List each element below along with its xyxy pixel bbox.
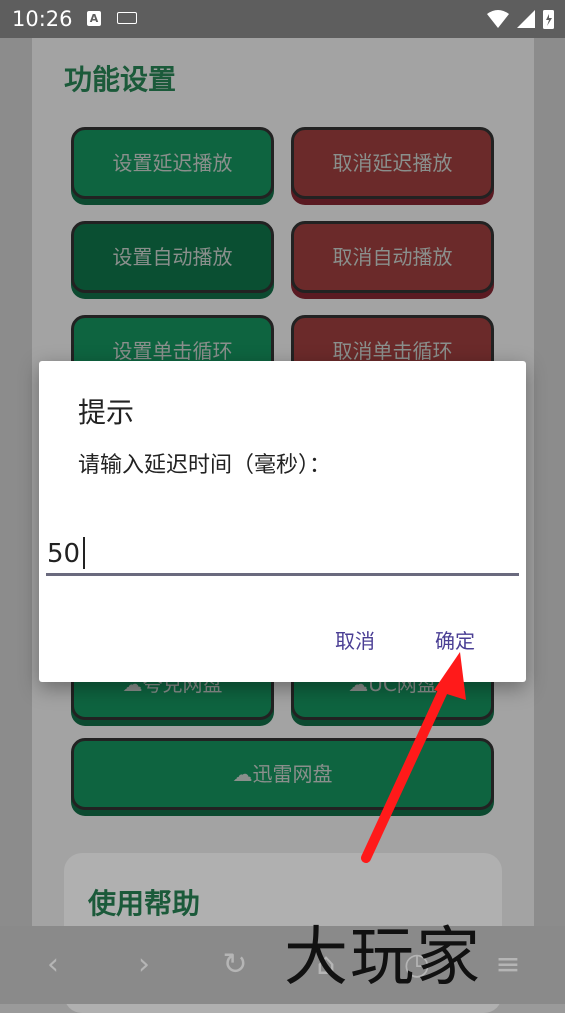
watermark-logo: 大玩家 — [284, 921, 482, 995]
red-arrow-icon — [361, 652, 466, 863]
